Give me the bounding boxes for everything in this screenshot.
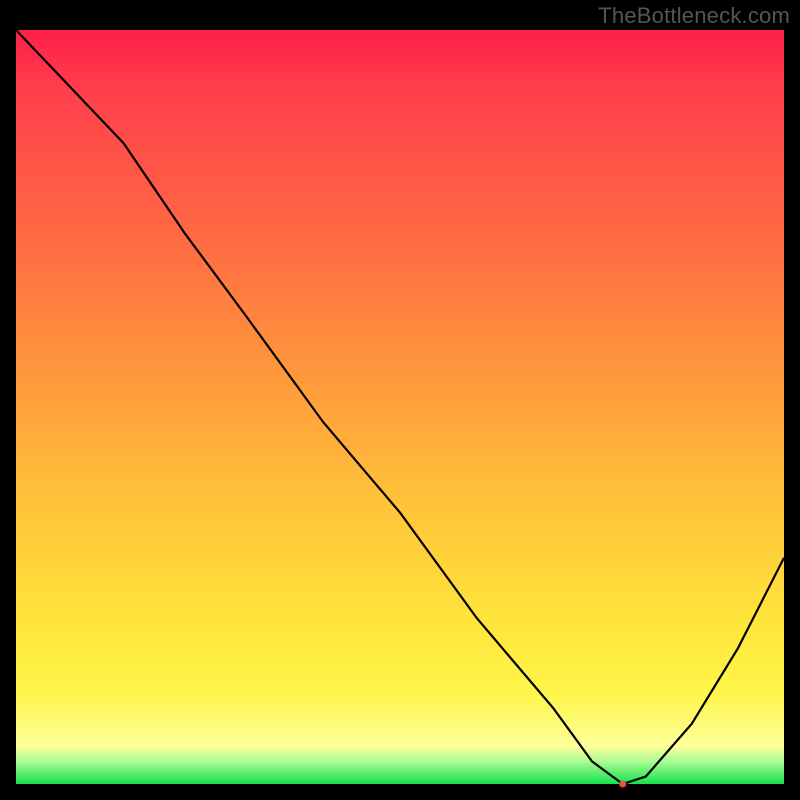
chart-frame: TheBottleneck.com	[0, 0, 800, 800]
curve-path	[16, 30, 784, 784]
plot-area	[16, 30, 784, 784]
min-marker-dot	[619, 781, 626, 788]
watermark-text: TheBottleneck.com	[598, 3, 790, 29]
bottleneck-curve	[16, 30, 784, 784]
